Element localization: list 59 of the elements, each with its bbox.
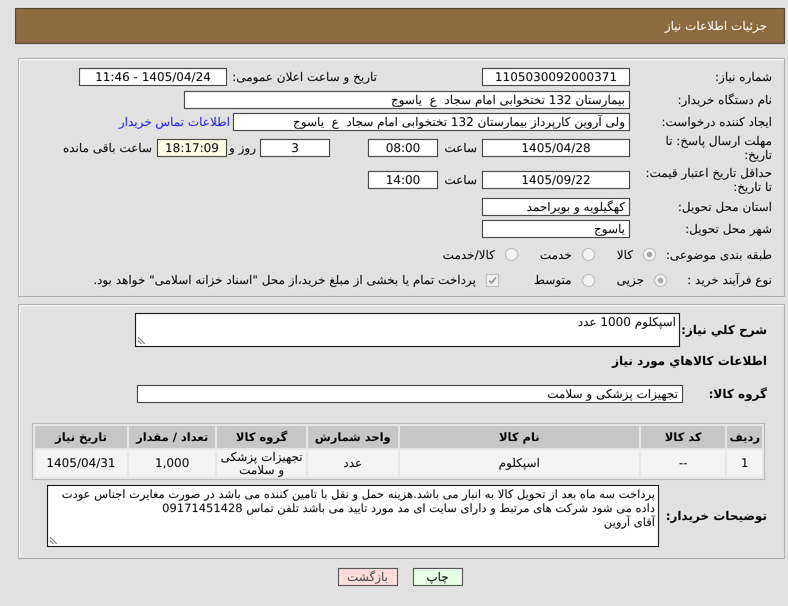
column-header: تعداد / مقدار xyxy=(129,426,216,448)
column-header: ردیف xyxy=(727,426,762,448)
column-header: گروه کالا xyxy=(217,426,306,448)
field-label: شماره نیاز: xyxy=(714,70,772,84)
table-cell: -- xyxy=(640,450,726,477)
time-left-field[interactable]: 18:17:09 xyxy=(157,139,227,157)
description-field[interactable]: اسپکلوم 1000 عدد xyxy=(135,313,680,347)
table-cell: اسپکلوم xyxy=(400,450,639,477)
deadline-date-field[interactable]: 1405/04/28 xyxy=(482,139,630,157)
resize-grip-icon[interactable] xyxy=(50,537,57,544)
field-label: نوع فرآیند خرید : xyxy=(686,273,772,287)
radio-label: کالا/خدمت xyxy=(442,248,495,262)
requester-field[interactable]: ولی آروین کارپرداز بیمارستان 132 تختخوابی امام سجاد ع یاسوج xyxy=(233,113,630,131)
table-cell: 1,000 xyxy=(129,450,216,477)
field-label: گروه کالا: xyxy=(708,387,767,401)
checkbox-label: پرداخت تمام یا بخشی از مبلغ خرید،از محل "اسناد خزانه اسلامی" خواهد بود. xyxy=(93,273,476,287)
buyer-org-field[interactable]: بیمارستان 132 تختخوابی امام سجاد ع یاسوج xyxy=(184,90,630,108)
print-button[interactable]: چاپ xyxy=(412,568,462,586)
days-label: روز و xyxy=(228,141,256,155)
days-left-field[interactable]: 3 xyxy=(260,139,330,157)
radio-label: خدمت xyxy=(540,248,572,262)
field-label: مهلت ارسال پاسخ: تا تاریخ: xyxy=(664,134,772,162)
table-cell: 1405/04/31 xyxy=(35,450,127,477)
field-label: نام دستگاه خریدار: xyxy=(676,92,772,106)
field-label: استان محل تحویل: xyxy=(676,200,772,214)
city-field[interactable]: یاسوج xyxy=(482,220,630,238)
field-label: توضیحات خریدار: xyxy=(664,509,767,523)
need-number-field[interactable]: 1105030092000371 xyxy=(482,68,630,86)
column-header: کد کالا xyxy=(640,426,726,448)
field-label: ایجاد کننده درخواست: xyxy=(660,115,772,129)
field-label: حداقل تاریخ اعتبار قیمت: تا تاریخ: xyxy=(644,166,772,194)
section-title: اطلاعات کالاهاي مورد نياز xyxy=(612,354,767,368)
validity-time-field[interactable]: 14:00 xyxy=(368,171,438,189)
field-label: تاریخ و ساعت اعلان عمومی: xyxy=(231,70,377,84)
time-label: ساعت xyxy=(443,173,477,187)
table-cell: تجهیزات پزشکی و سلامت xyxy=(217,450,306,477)
field-label: طبقه بندی موضوعی: xyxy=(664,248,772,262)
buyer-notes-field[interactable]: پرداخت سه ماه بعد از تحویل کالا به انبار می باشد.هزینه حمل و نقل با تامین کننده می باشد در صورت مغایرت اجناس عودت داده می شود شرکت های مرتبط و دارای سایت ای مد مورد تایید می باشد تلفن تماس 09171451428 آقای آروین xyxy=(47,485,659,547)
announce-date-field[interactable]: 1405/04/24 - 11:46 xyxy=(79,68,227,86)
deadline-time-field[interactable]: 08:00 xyxy=(368,139,438,157)
back-button[interactable]: بازگشت xyxy=(338,568,398,586)
radio-label: کالا xyxy=(616,248,633,262)
column-header: نام کالا xyxy=(400,426,639,448)
field-label: شرح کلي نياز: xyxy=(680,323,767,337)
field-label: شهر محل تحویل: xyxy=(684,222,772,236)
radio-label: متوسط xyxy=(534,273,572,287)
time-left-label: ساعت باقی مانده xyxy=(62,141,152,155)
page-title: جزئیات اطلاعات نیاز xyxy=(664,19,767,33)
goods-group-field[interactable]: تجهیزات پزشکی و سلامت xyxy=(137,385,683,403)
time-label: ساعت xyxy=(443,141,477,155)
buyer-contact-link[interactable]: اطلاعات تماس خریدار xyxy=(118,115,230,129)
table-cell: 1 xyxy=(727,450,762,477)
resize-grip-icon[interactable] xyxy=(138,337,145,344)
table-cell: عدد xyxy=(308,450,398,477)
radio-label: جزیی xyxy=(616,273,644,287)
province-field[interactable]: کهگیلویه و بویراحمد xyxy=(482,198,630,216)
column-header: تاریخ نیاز xyxy=(35,426,127,448)
validity-date-field[interactable]: 1405/09/22 xyxy=(482,171,630,189)
column-header: واحد شمارش xyxy=(308,426,398,448)
